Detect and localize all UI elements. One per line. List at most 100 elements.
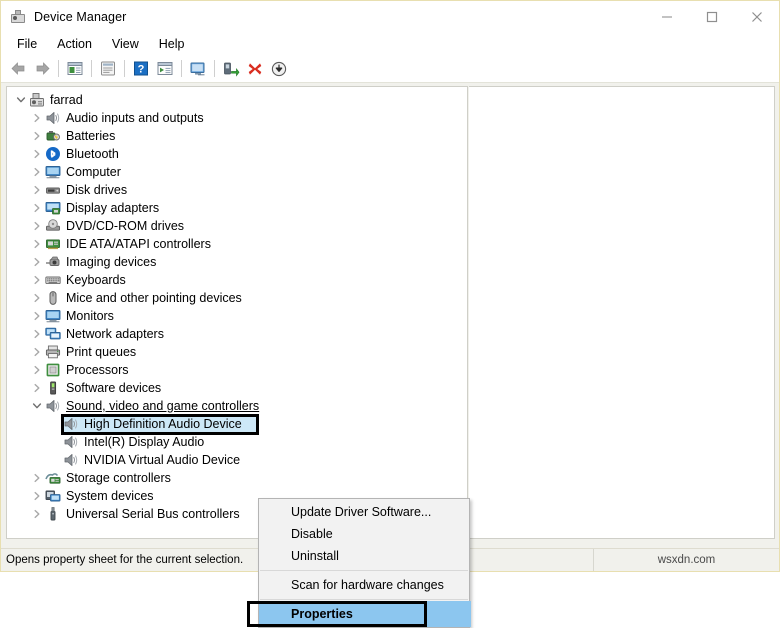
update-driver-software-icon[interactable] <box>186 57 210 80</box>
chevron-right-icon[interactable] <box>29 326 45 342</box>
tree-node-network-adapters[interactable]: Network adapters <box>7 325 467 343</box>
menu-help[interactable]: Help <box>149 35 195 53</box>
window-controls <box>644 1 779 32</box>
controller-card-icon <box>45 236 61 252</box>
right-pane <box>469 86 775 539</box>
tree-node-mice-and-other-pointing-devices[interactable]: Mice and other pointing devices <box>7 289 467 307</box>
chevron-right-icon[interactable] <box>29 308 45 324</box>
tree-node-keyboards[interactable]: Keyboards <box>7 271 467 289</box>
chevron-right-icon[interactable] <box>29 362 45 378</box>
tree-node-print-queues[interactable]: Print queues <box>7 343 467 361</box>
context-menu-separator <box>260 570 468 571</box>
chevron-right-icon[interactable] <box>29 380 45 396</box>
device-manager-window: Device Manager File Action View Help ? f… <box>0 0 780 628</box>
menu-action[interactable]: Action <box>47 35 102 53</box>
device-tree-panel[interactable]: farrad Audio inputs and outputs Batteries B… <box>6 86 468 539</box>
tree-node-batteries[interactable]: Batteries <box>7 127 467 145</box>
chevron-right-icon[interactable] <box>29 254 45 270</box>
chevron-right-icon[interactable] <box>29 470 45 486</box>
chevron-right-icon[interactable] <box>29 182 45 198</box>
speaker-icon <box>63 434 79 450</box>
chevron-right-icon[interactable] <box>29 110 45 126</box>
tree-node-dvd-cd-rom-drives[interactable]: DVD/CD-ROM drives <box>7 217 467 235</box>
usb-icon <box>45 506 61 522</box>
tree-node-computer[interactable]: Computer <box>7 163 467 181</box>
tree-node-high-definition-audio-device[interactable]: High Definition Audio Device <box>7 415 467 433</box>
help-icon[interactable]: ? <box>129 57 153 80</box>
toolbar-separator <box>91 60 92 77</box>
ctx-uninstall[interactable]: Uninstall <box>259 545 469 567</box>
tree-node-label: IDE ATA/ATAPI controllers <box>66 237 211 251</box>
tree-node-label: NVIDIA Virtual Audio Device <box>84 453 241 467</box>
tree-node-storage-controllers[interactable]: Storage controllers <box>7 469 467 487</box>
menu-bar: File Action View Help <box>1 33 779 55</box>
tree-node-processors[interactable]: Processors <box>7 361 467 379</box>
battery-icon <box>45 128 61 144</box>
tree-node-nvidia-virtual-audio-device[interactable]: NVIDIA Virtual Audio Device <box>7 451 467 469</box>
menu-view[interactable]: View <box>102 35 149 53</box>
chevron-right-icon[interactable] <box>29 506 45 522</box>
processor-icon <box>45 362 61 378</box>
tree-node-label: Computer <box>66 165 121 179</box>
uninstall-device-icon[interactable] <box>243 57 267 80</box>
menu-file[interactable]: File <box>7 35 47 53</box>
chevron-right-icon[interactable] <box>29 236 45 252</box>
tree-node-monitors[interactable]: Monitors <box>7 307 467 325</box>
show-hide-console-tree-icon[interactable] <box>63 57 87 80</box>
tree-node-sound-video-and-game-controllers[interactable]: Sound, video and game controllers <box>7 397 467 415</box>
chevron-right-icon[interactable] <box>29 272 45 288</box>
disable-device-icon[interactable] <box>219 57 243 80</box>
tree-node-intel-r-display-audio[interactable]: Intel(R) Display Audio <box>7 433 467 451</box>
properties-icon[interactable] <box>96 57 120 80</box>
back-icon[interactable] <box>6 57 30 80</box>
tree-node-display-adapters[interactable]: Display adapters <box>7 199 467 217</box>
scan-for-hardware-changes-icon[interactable] <box>153 57 177 80</box>
disk-drive-icon <box>45 182 61 198</box>
tree-node-label: High Definition Audio Device <box>84 417 242 431</box>
ctx-disable[interactable]: Disable <box>259 523 469 545</box>
enable-device-icon[interactable] <box>267 57 291 80</box>
chevron-down-icon[interactable] <box>29 398 45 414</box>
tree-node-imaging-devices[interactable]: Imaging devices <box>7 253 467 271</box>
chevron-down-icon[interactable] <box>13 92 29 108</box>
tree-node-label: Print queues <box>66 345 137 359</box>
tree-node-label: Bluetooth <box>66 147 119 161</box>
tree-node-bluetooth[interactable]: Bluetooth <box>7 145 467 163</box>
tree-node-label: Universal Serial Bus controllers <box>66 507 240 521</box>
computer-tower-icon <box>29 92 45 108</box>
chevron-right-icon[interactable] <box>29 488 45 504</box>
chevron-right-icon[interactable] <box>29 164 45 180</box>
minimize-button[interactable] <box>644 1 689 32</box>
chevron-right-icon[interactable] <box>29 128 45 144</box>
device-tree: farrad Audio inputs and outputs Batteries B… <box>7 87 467 523</box>
context-menu-item-label: Properties <box>291 607 353 621</box>
tree-node-label: System devices <box>66 489 154 503</box>
ctx-update-driver-software[interactable]: Update Driver Software... <box>259 501 469 523</box>
keyboard-icon <box>45 272 61 288</box>
chevron-right-icon[interactable] <box>29 290 45 306</box>
tree-node-label: Monitors <box>66 309 114 323</box>
close-button[interactable] <box>734 1 779 32</box>
tree-node-software-devices[interactable]: Software devices <box>7 379 467 397</box>
tree-node-root[interactable]: farrad <box>7 91 467 109</box>
tree-node-disk-drives[interactable]: Disk drives <box>7 181 467 199</box>
tree-node-audio-inputs-and-outputs[interactable]: Audio inputs and outputs <box>7 109 467 127</box>
maximize-button[interactable] <box>689 1 734 32</box>
tree-node-label: Storage controllers <box>66 471 171 485</box>
tree-node-label: Keyboards <box>66 273 126 287</box>
toolbar-separator <box>181 60 182 77</box>
chevron-right-icon[interactable] <box>29 218 45 234</box>
chevron-right-icon[interactable] <box>29 146 45 162</box>
forward-icon[interactable] <box>30 57 54 80</box>
tree-node-label: Sound, video and game controllers <box>66 399 260 413</box>
context-menu-item-label: Update Driver Software... <box>291 505 432 519</box>
toolbar-separator <box>58 60 59 77</box>
chevron-right-icon[interactable] <box>29 344 45 360</box>
ctx-scan-for-hardware-changes[interactable]: Scan for hardware changes <box>259 574 469 596</box>
tree-node-label: farrad <box>50 93 83 107</box>
camera-icon <box>45 254 61 270</box>
tree-node-label: Network adapters <box>66 327 164 341</box>
chevron-right-icon[interactable] <box>29 200 45 216</box>
tree-node-ide-ata-atapi-controllers[interactable]: IDE ATA/ATAPI controllers <box>7 235 467 253</box>
context-menu-item-label: Disable <box>291 527 333 541</box>
